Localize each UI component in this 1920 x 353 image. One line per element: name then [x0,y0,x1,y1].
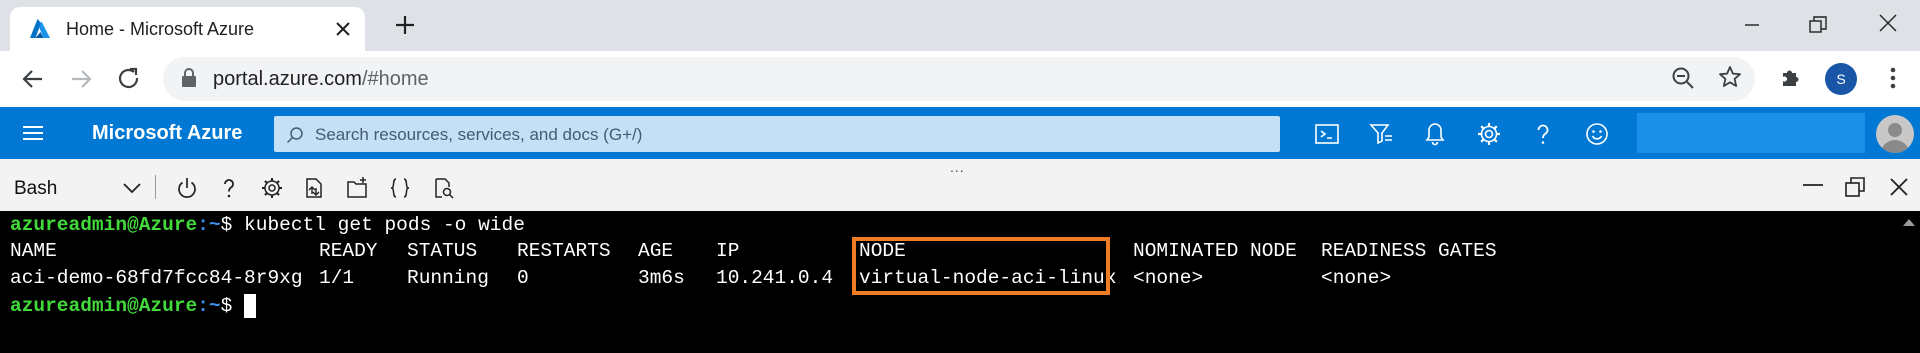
cloud-shell-toolbar: ... Bash [0,159,1920,211]
back-arrow-icon[interactable] [20,66,46,92]
command-text: kubectl get pods -o wide [232,214,525,236]
prompt-line: azureadmin@Azure:~$ [10,294,257,318]
cloud-shell-icon[interactable] [1314,121,1340,147]
restart-power-icon[interactable] [175,176,199,200]
feedback-smiley-icon[interactable] [1584,121,1610,147]
table-cell: <none> [1133,267,1204,289]
hamburger-menu-icon[interactable] [22,124,44,142]
column-header: READY [319,240,378,262]
minimize-shell-icon[interactable] [1802,183,1824,187]
node-column-highlight [852,237,1110,295]
url-text[interactable]: portal.azure.com/#home [213,68,429,91]
terminal[interactable]: azureadmin@Azure:~$ kubectl get pods -o … [0,211,1920,353]
browser-tab[interactable]: Home - Microsoft Azure [10,7,365,51]
table-cell: 1/1 [319,267,355,289]
url-host: portal.azure.com [213,68,362,90]
browser-toolbar: portal.azure.com/#home S [0,51,1920,107]
search-icon [286,127,303,144]
help-question-icon[interactable] [217,176,241,200]
settings-gear-icon[interactable] [260,176,284,200]
notifications-bell-icon[interactable] [1422,121,1448,147]
azure-header: Microsoft Azure Search resources, servic… [0,107,1920,159]
table-cell: 10.241.0.4 [716,267,834,289]
column-header: NOMINATED NODE [1133,240,1297,262]
prompt-path: :~ [197,214,221,236]
chevron-down-icon [123,183,141,194]
web-preview-icon[interactable] [431,176,455,200]
tab-title: Home - Microsoft Azure [66,19,255,39]
user-silhouette-icon [1881,123,1909,153]
browser-tab-strip: Home - Microsoft Azure [0,0,1920,51]
scroll-up-arrow-icon[interactable] [1902,217,1916,227]
prompt-path: :~ [197,295,221,317]
profile-avatar[interactable]: S [1825,63,1857,95]
new-tab-icon[interactable] [392,12,418,38]
azure-brand[interactable]: Microsoft Azure [92,122,242,145]
table-cell: 3m6s [638,267,685,289]
open-new-session-icon[interactable] [345,176,369,200]
column-header: IP [716,240,740,262]
lock-icon[interactable] [180,67,198,89]
close-window-icon[interactable] [1876,11,1900,35]
table-cell: Running [407,267,489,289]
user-avatar[interactable] [1876,115,1914,153]
extensions-puzzle-icon[interactable] [1778,64,1804,90]
prompt-symbol: $ [220,295,233,317]
shell-type-label: Bash [14,178,58,199]
toolbar-divider [155,175,156,199]
maximize-shell-icon[interactable] [1844,176,1866,198]
resize-grip[interactable]: ... [950,159,965,175]
reload-icon[interactable] [116,66,142,92]
column-header: RESTARTS [517,240,611,262]
help-question-icon[interactable] [1530,121,1556,147]
settings-gear-icon[interactable] [1476,121,1502,147]
prompt-user: azureadmin@Azure [10,214,198,236]
search-placeholder: Search resources, services, and docs (G+… [315,125,643,144]
close-tab-icon[interactable] [332,18,354,40]
column-header: AGE [638,240,674,262]
command-line: azureadmin@Azure:~$ kubectl get pods -o … [10,213,525,237]
upload-download-files-icon[interactable] [302,176,326,200]
zoom-out-icon[interactable] [1670,65,1696,91]
prompt-user: azureadmin@Azure [10,295,198,317]
column-header: STATUS [407,240,478,262]
azure-logo-icon [30,19,50,38]
prompt-symbol: $ [220,214,233,236]
restore-window-icon[interactable] [1806,13,1830,37]
more-menu-icon[interactable] [1880,64,1906,92]
account-directory-box[interactable] [1637,113,1865,153]
text-cursor [244,294,257,318]
table-cell: aci-demo-68fd7fcc84-8r9xg [10,267,303,289]
column-header: NAME [10,240,57,262]
url-path: /#home [361,68,429,90]
column-header: READINESS GATES [1321,240,1497,262]
directory-filter-icon[interactable] [1368,121,1394,147]
forward-arrow-icon[interactable] [68,66,94,92]
minimize-window-icon[interactable] [1740,13,1764,37]
table-cell: <none> [1321,267,1392,289]
bookmark-star-icon[interactable] [1717,64,1743,90]
table-cell: 0 [517,267,529,289]
close-shell-icon[interactable] [1888,176,1910,198]
editor-braces-icon[interactable] [388,176,412,200]
